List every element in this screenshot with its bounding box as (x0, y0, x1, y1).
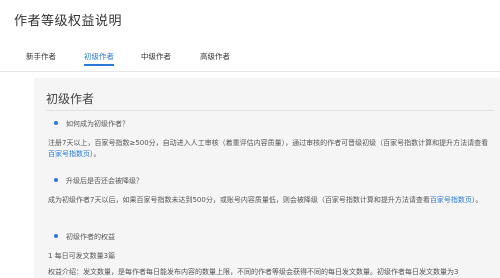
title-divider (46, 110, 494, 111)
benefit-item-1-desc: 权益介绍：发文数量，是每作者每日能发布内容的数量上限，不同的作者等级会获得不同的… (48, 268, 459, 276)
tab-novice-author[interactable]: 新手作者 (26, 50, 56, 70)
answer-end: ）。 (90, 150, 101, 158)
answer-how-to-become: 注册7天以上，百家号指数≥500分，自动进入人工审核（着重评估内容质量），通过审… (48, 138, 492, 160)
tab-bar: 新手作者 初级作者 中级作者 高级作者 (14, 50, 500, 72)
tab-junior-author[interactable]: 初级作者 (84, 50, 114, 70)
question-benefits: 初级作者的权益 (54, 232, 115, 242)
answer-text: 注册7天以上，百家号指数≥500分，自动进入人工审核（着重评估内容质量），通过审… (48, 139, 489, 147)
baijia-index-link-page[interactable]: 页 (465, 196, 472, 204)
answer-downgrade: 成为初级作者7天以后，如果百家号指数未达到500分，或账号内容质量低，则会被降级… (48, 195, 492, 206)
question-downgrade: 升级后是否还会被降级？ (54, 176, 143, 186)
question-how-to-become: 如何成为初级作者？ (54, 119, 129, 129)
content-panel: 初级作者 如何成为初级作者？ 注册7天以上，百家号指数≥500分，自动进入人工审… (34, 78, 500, 278)
baijia-index-link[interactable]: 百家号指数页 (48, 150, 90, 158)
tab-divider (0, 71, 500, 72)
answer-end: ）。 (471, 196, 483, 204)
question-text: 如何成为初级作者？ (66, 120, 129, 128)
question-text: 升级后是否还会被降级？ (66, 177, 143, 185)
bullet-dot-icon (54, 178, 58, 182)
answer-text: 成为初级作者7天以后，如果百家号指数未达到500分，或账号内容质量低，则会被降级… (48, 196, 430, 204)
tab-senior-author[interactable]: 高级作者 (200, 50, 230, 70)
baijia-index-link[interactable]: 百家号指数 (430, 196, 465, 204)
tab-intermediate-author[interactable]: 中级作者 (141, 50, 171, 70)
bullet-dot-icon (54, 121, 58, 125)
section-title: 初级作者 (46, 92, 95, 106)
question-text: 初级作者的权益 (66, 233, 115, 241)
benefit-item-1: 1 每日可发文数量3篇 (48, 252, 116, 260)
bullet-dot-icon (54, 234, 58, 238)
page-title: 作者等级权益说明 (14, 14, 123, 29)
